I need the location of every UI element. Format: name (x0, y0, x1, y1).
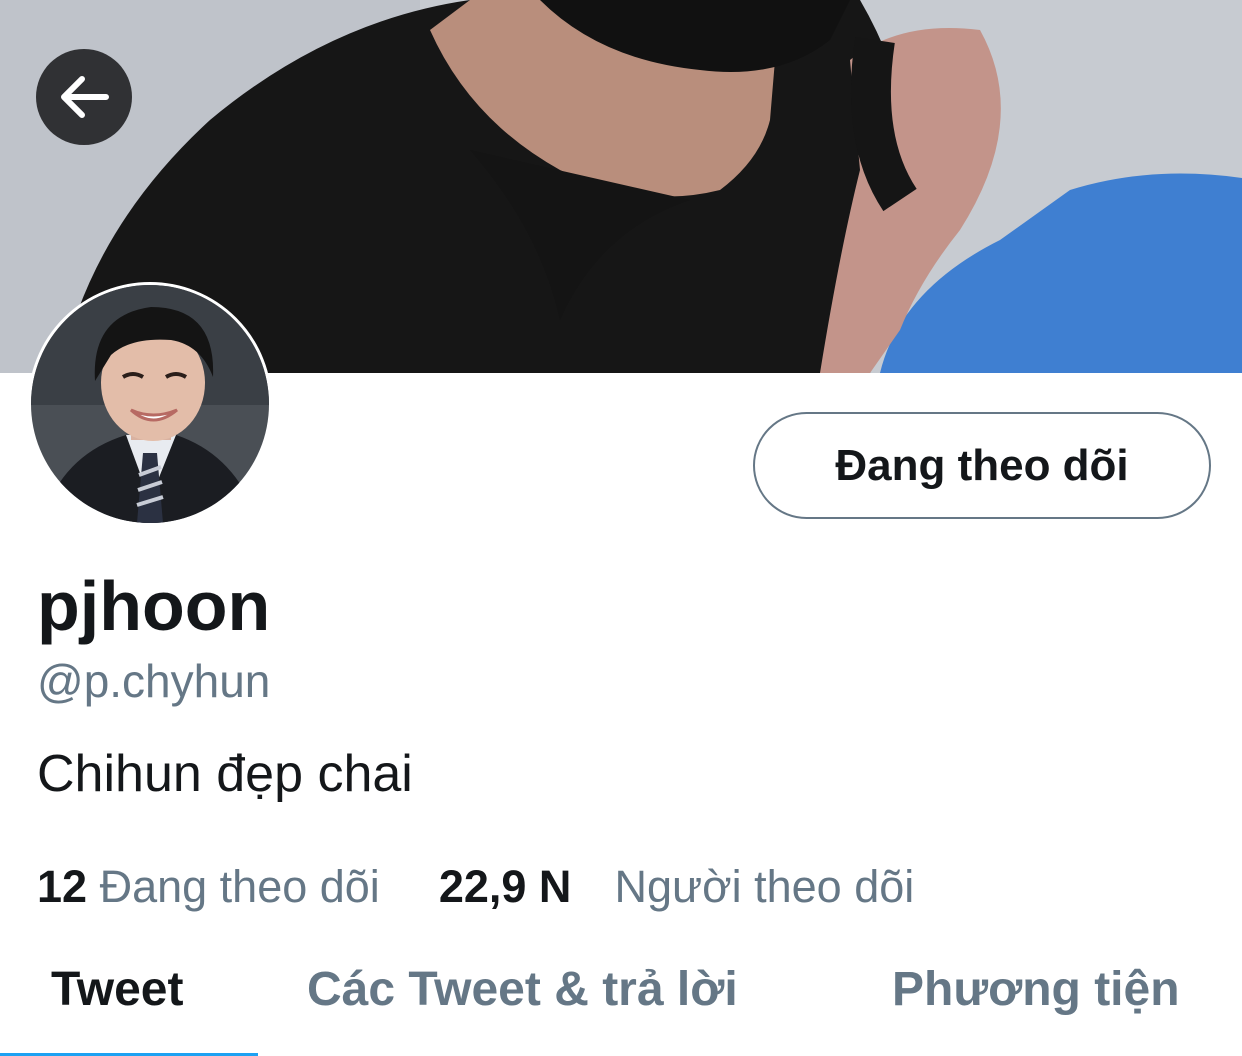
following-count: 12 (37, 861, 88, 912)
following-stat[interactable]: 12 Đang theo dõi (37, 861, 392, 912)
following-button-label: Đang theo dõi (835, 440, 1129, 490)
profile-bio: Chihun đẹp chai (37, 745, 413, 803)
back-button[interactable] (36, 49, 132, 145)
profile-stats: 12 Đang theo dõi 22,9 N Người theo dõi (37, 860, 914, 914)
tab-tweets-and-replies[interactable]: Các Tweet & trả lời (307, 960, 738, 1020)
avatar[interactable] (28, 282, 272, 526)
following-label: Đang theo dõi (99, 861, 380, 912)
arrow-left-icon (61, 76, 109, 118)
avatar-image (31, 285, 269, 523)
tab-tweet[interactable]: Tweet (51, 960, 183, 1020)
tab-media[interactable]: Phương tiện (892, 960, 1180, 1020)
followers-label: Người theo dõi (614, 861, 915, 912)
following-button[interactable]: Đang theo dõi (753, 412, 1211, 519)
profile-tabs: Tweet Các Tweet & trả lời Phương tiện (0, 950, 1242, 1056)
followers-count: 22,9 N (438, 861, 572, 912)
user-handle: @p.chyhun (37, 655, 271, 707)
display-name: pjhoon (37, 567, 271, 645)
followers-stat[interactable]: 22,9 N Người theo dõi (439, 861, 914, 912)
